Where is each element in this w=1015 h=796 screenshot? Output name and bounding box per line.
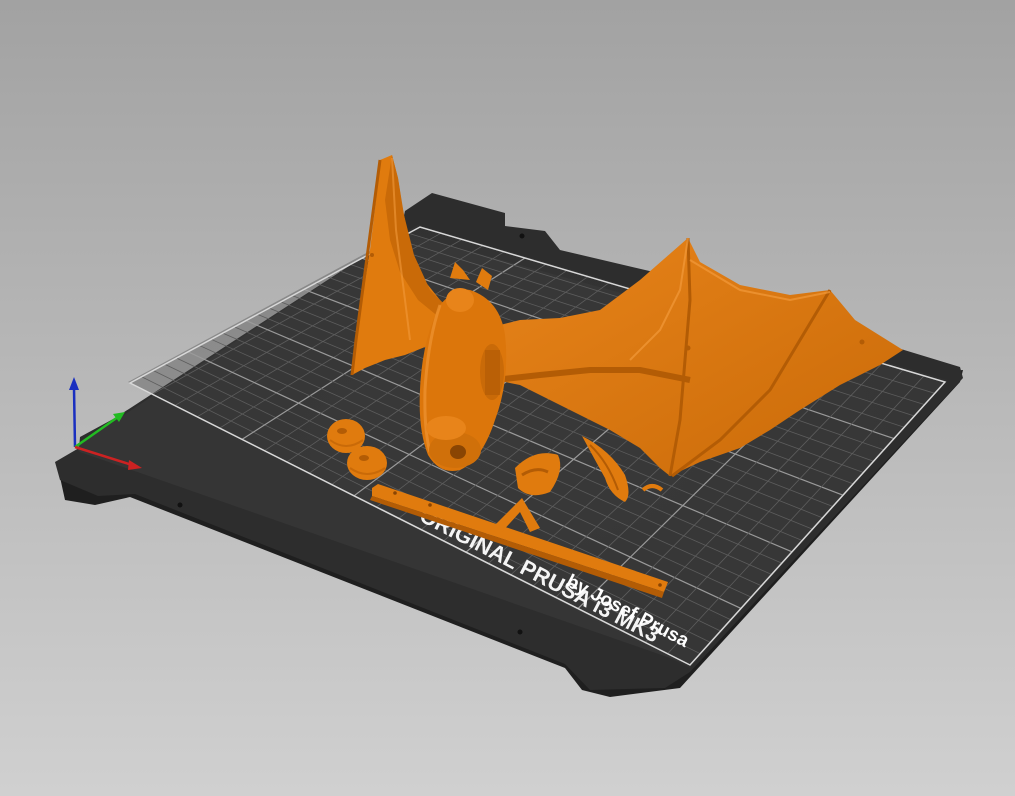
scene-canvas[interactable]: ORIGINAL PRUSA i3 MK3 by Josef Prusa xyxy=(0,0,1015,796)
bed-hole xyxy=(519,233,525,239)
z-axis xyxy=(72,387,77,448)
3d-viewport[interactable]: ORIGINAL PRUSA i3 MK3 by Josef Prusa xyxy=(0,0,1015,796)
bed-hole xyxy=(517,629,523,635)
eye-part[interactable] xyxy=(347,446,387,480)
bed-hole xyxy=(177,502,183,508)
